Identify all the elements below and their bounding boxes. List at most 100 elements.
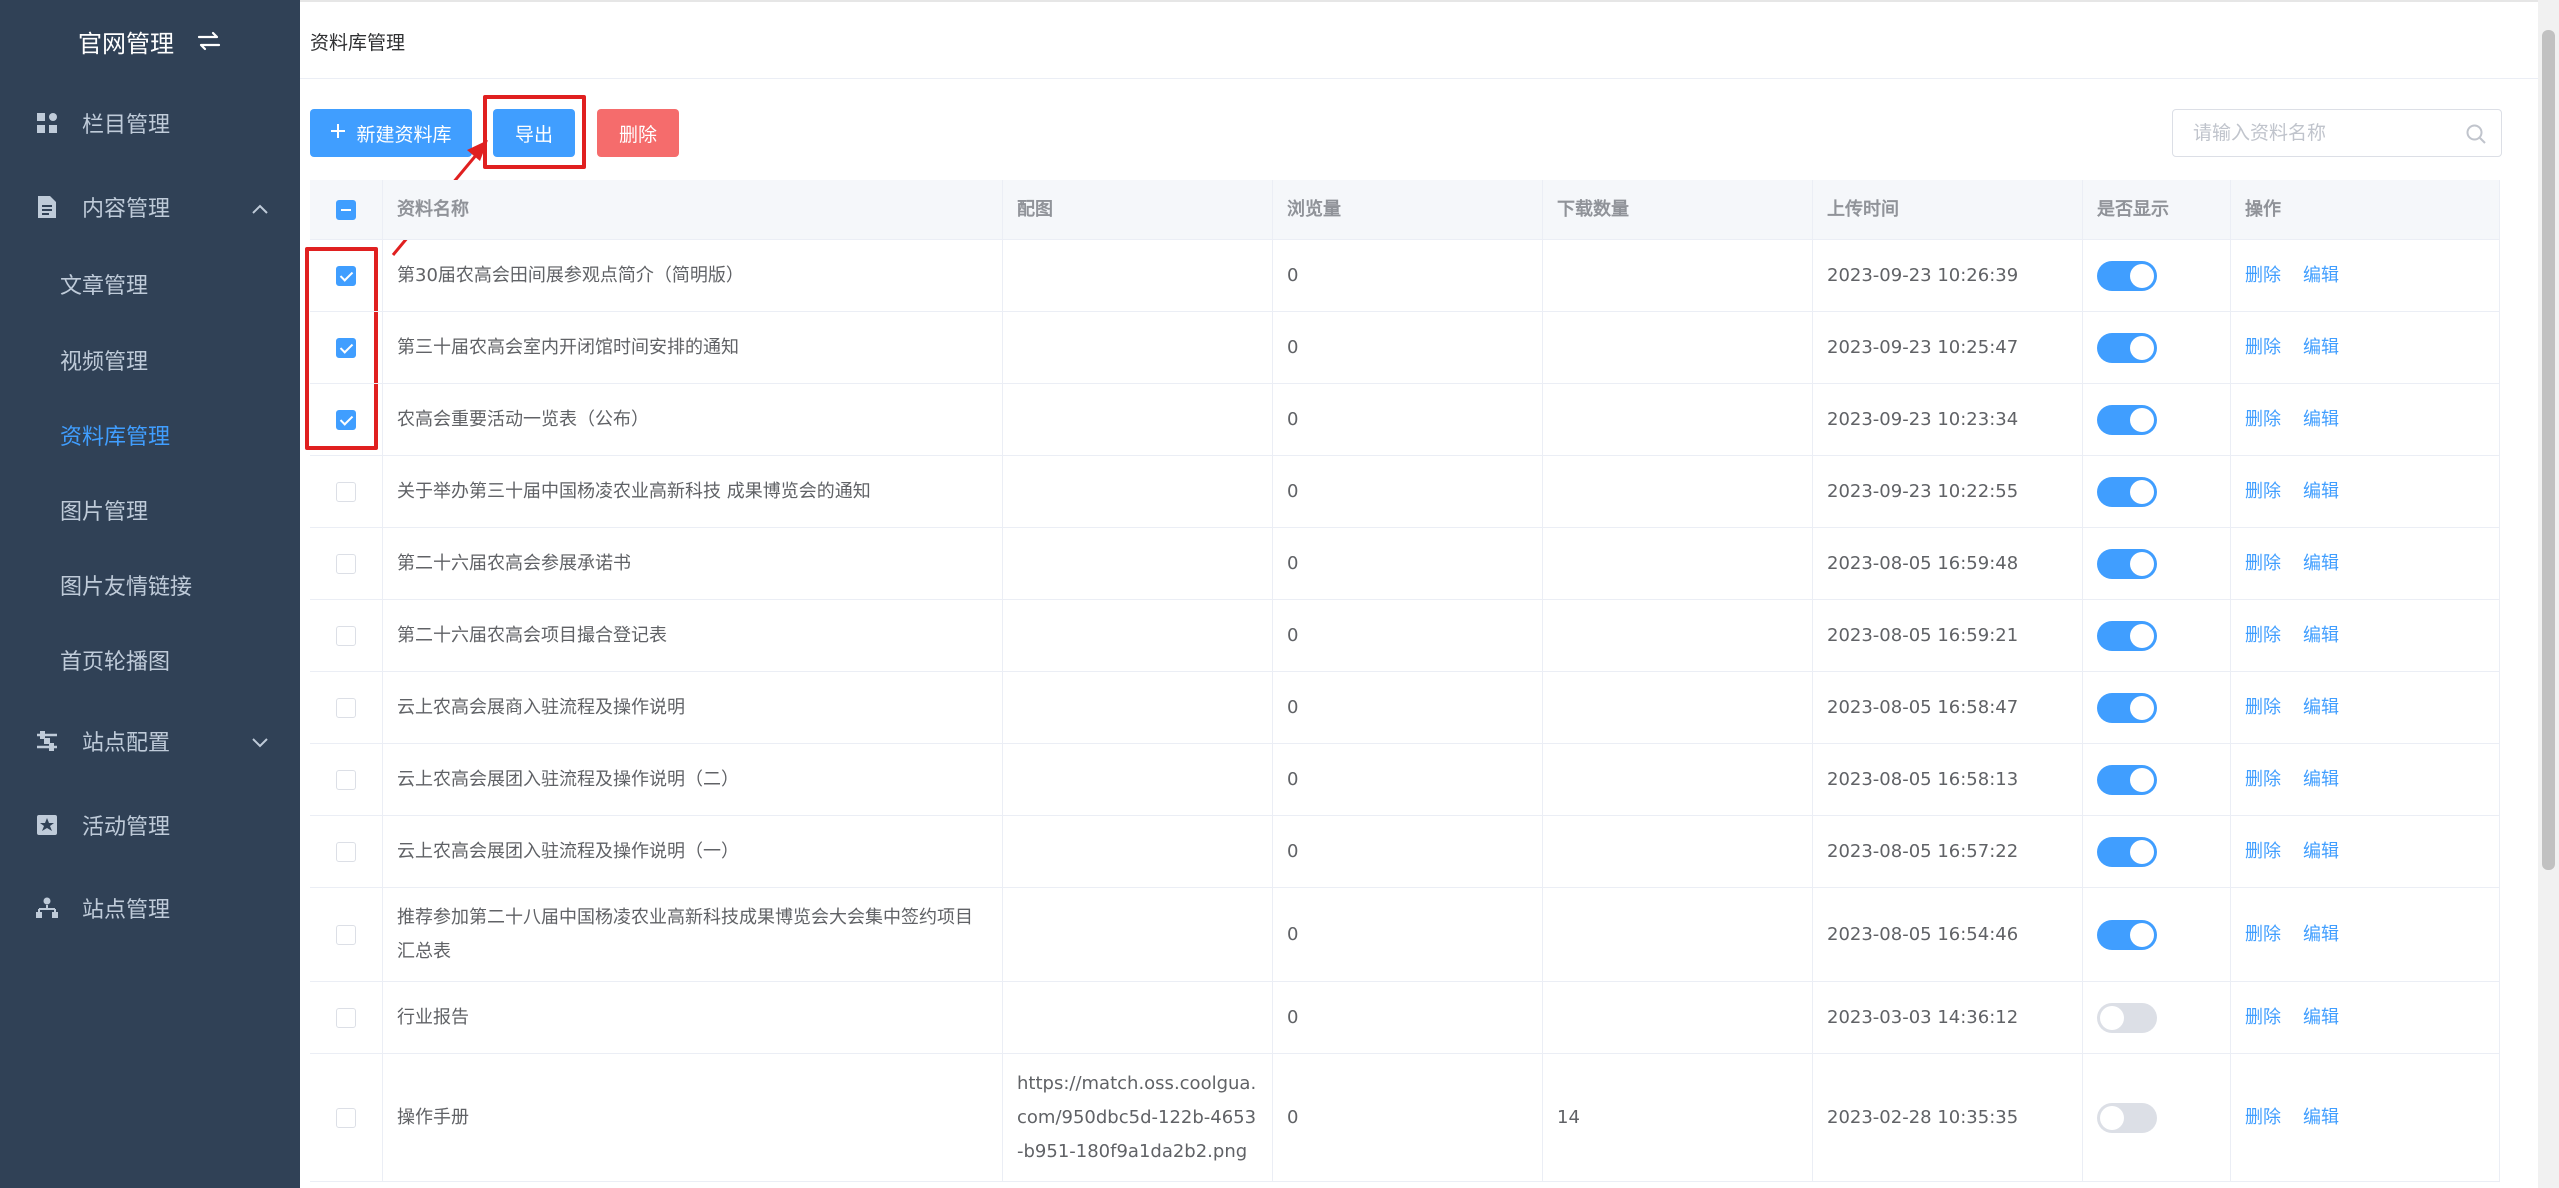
submenu-item-library[interactable]: 资料库管理 xyxy=(0,400,300,470)
table-row: 第三十届农高会室内开闭馆时间安排的通知 0 2023-09-23 10:25:47 删… xyxy=(310,312,2500,384)
row-delete-link[interactable]: 删除 xyxy=(2245,763,2281,797)
cell-image xyxy=(1003,888,1273,981)
cell-views: 0 xyxy=(1273,528,1543,599)
cell-views: 0 xyxy=(1273,1054,1543,1181)
display-toggle[interactable] xyxy=(2097,620,2157,651)
row-checkbox[interactable] xyxy=(336,409,356,430)
row-delete-link[interactable]: 删除 xyxy=(2245,403,2281,437)
cell-downloads xyxy=(1543,528,1813,599)
menu-item-site[interactable]: 站点管理 xyxy=(0,868,300,948)
select-all-checkbox[interactable] xyxy=(336,199,356,220)
display-toggle[interactable] xyxy=(2097,836,2157,867)
row-delete-link[interactable]: 删除 xyxy=(2245,835,2281,869)
cell-display xyxy=(2083,312,2231,383)
cell-image xyxy=(1003,384,1273,455)
scrollbar-thumb[interactable] xyxy=(2542,30,2555,870)
row-edit-link[interactable]: 编辑 xyxy=(2303,918,2339,952)
row-delete-link[interactable]: 删除 xyxy=(2245,918,2281,952)
row-checkbox[interactable] xyxy=(336,1107,356,1128)
table-row: 第30届农高会田间展参观点简介（简明版） 0 2023-09-23 10:26:39… xyxy=(310,240,2500,312)
row-edit-link[interactable]: 编辑 xyxy=(2303,619,2339,653)
row-checkbox[interactable] xyxy=(336,481,356,502)
search-icon[interactable] xyxy=(2465,123,2487,149)
collapse-toggle-icon[interactable] xyxy=(196,30,222,52)
cell-actions: 删除 编辑 xyxy=(2231,384,2500,455)
row-checkbox[interactable] xyxy=(336,625,356,646)
row-edit-link[interactable]: 编辑 xyxy=(2303,331,2339,365)
row-checkbox[interactable] xyxy=(336,553,356,574)
page-scrollbar[interactable] xyxy=(2538,0,2559,1188)
brand-title: 官网管理 xyxy=(78,29,174,58)
menu-item-column[interactable]: 栏目管理 xyxy=(0,83,300,163)
row-edit-link[interactable]: 编辑 xyxy=(2303,1101,2339,1135)
cell-image xyxy=(1003,600,1273,671)
submenu-item-article[interactable]: 文章管理 xyxy=(0,249,300,319)
row-edit-link[interactable]: 编辑 xyxy=(2303,475,2339,509)
chevron-up-icon xyxy=(252,195,268,220)
cell-actions: 删除 编辑 xyxy=(2231,1054,2500,1181)
cell-display xyxy=(2083,600,2231,671)
row-checkbox[interactable] xyxy=(336,924,356,945)
menu-item-activity[interactable]: 活动管理 xyxy=(0,785,300,865)
cell-downloads: 14 xyxy=(1543,1054,1813,1181)
cell-display xyxy=(2083,888,2231,981)
cell-views: 0 xyxy=(1273,982,1543,1053)
submenu-item-images[interactable]: 图片管理 xyxy=(0,475,300,545)
row-edit-link[interactable]: 编辑 xyxy=(2303,835,2339,869)
display-toggle[interactable] xyxy=(2097,332,2157,363)
row-delete-link[interactable]: 删除 xyxy=(2245,331,2281,365)
search-input[interactable] xyxy=(2193,120,2453,146)
row-delete-link[interactable]: 删除 xyxy=(2245,1101,2281,1135)
cell-name: 第30届农高会田间展参观点简介（简明版） xyxy=(383,240,1003,311)
row-checkbox[interactable] xyxy=(336,697,356,718)
toggle-knob xyxy=(2130,839,2154,864)
row-delete-link[interactable]: 删除 xyxy=(2245,547,2281,581)
cell-downloads xyxy=(1543,312,1813,383)
toggle-knob xyxy=(2130,335,2154,360)
display-toggle[interactable] xyxy=(2097,548,2157,579)
row-edit-link[interactable]: 编辑 xyxy=(2303,691,2339,725)
row-delete-link[interactable]: 删除 xyxy=(2245,1001,2281,1035)
display-toggle[interactable] xyxy=(2097,1002,2157,1033)
display-toggle[interactable] xyxy=(2097,260,2157,291)
display-toggle[interactable] xyxy=(2097,764,2157,795)
row-edit-link[interactable]: 编辑 xyxy=(2303,259,2339,293)
cell-views: 0 xyxy=(1273,816,1543,887)
select-cell xyxy=(310,816,383,887)
row-edit-link[interactable]: 编辑 xyxy=(2303,1001,2339,1035)
cell-image xyxy=(1003,528,1273,599)
menu-label: 内容管理 xyxy=(82,197,171,222)
cell-image xyxy=(1003,456,1273,527)
row-checkbox[interactable] xyxy=(336,769,356,790)
row-checkbox[interactable] xyxy=(336,265,356,286)
cell-views: 0 xyxy=(1273,672,1543,743)
submenu-item-carousel[interactable]: 首页轮播图 xyxy=(0,625,300,695)
display-toggle[interactable] xyxy=(2097,919,2157,950)
display-toggle[interactable] xyxy=(2097,476,2157,507)
row-edit-link[interactable]: 编辑 xyxy=(2303,403,2339,437)
menu-item-content[interactable]: 内容管理 xyxy=(0,167,300,247)
row-delete-link[interactable]: 删除 xyxy=(2245,691,2281,725)
toggle-knob xyxy=(2130,407,2154,432)
cell-display xyxy=(2083,384,2231,455)
search-box[interactable] xyxy=(2172,109,2502,157)
table-row: 云上农高会展团入驻流程及操作说明（二） 0 2023-08-05 16:58:13 删… xyxy=(310,744,2500,816)
menu-item-site-config[interactable]: 站点配置 xyxy=(0,701,300,781)
row-delete-link[interactable]: 删除 xyxy=(2245,475,2281,509)
submenu-item-video[interactable]: 视频管理 xyxy=(0,325,300,395)
display-toggle[interactable] xyxy=(2097,404,2157,435)
display-toggle[interactable] xyxy=(2097,692,2157,723)
row-edit-link[interactable]: 编辑 xyxy=(2303,547,2339,581)
row-checkbox[interactable] xyxy=(336,1007,356,1028)
cell-upload-time: 2023-09-23 10:22:55 xyxy=(1813,456,2083,527)
submenu-item-links[interactable]: 图片友情链接 xyxy=(0,550,300,620)
row-delete-link[interactable]: 删除 xyxy=(2245,619,2281,653)
row-checkbox[interactable] xyxy=(336,841,356,862)
row-delete-link[interactable]: 删除 xyxy=(2245,259,2281,293)
cell-views: 0 xyxy=(1273,240,1543,311)
display-toggle[interactable] xyxy=(2097,1102,2157,1133)
toggle-knob xyxy=(2130,623,2154,648)
cell-display xyxy=(2083,1054,2231,1181)
row-checkbox[interactable] xyxy=(336,337,356,358)
row-edit-link[interactable]: 编辑 xyxy=(2303,763,2339,797)
